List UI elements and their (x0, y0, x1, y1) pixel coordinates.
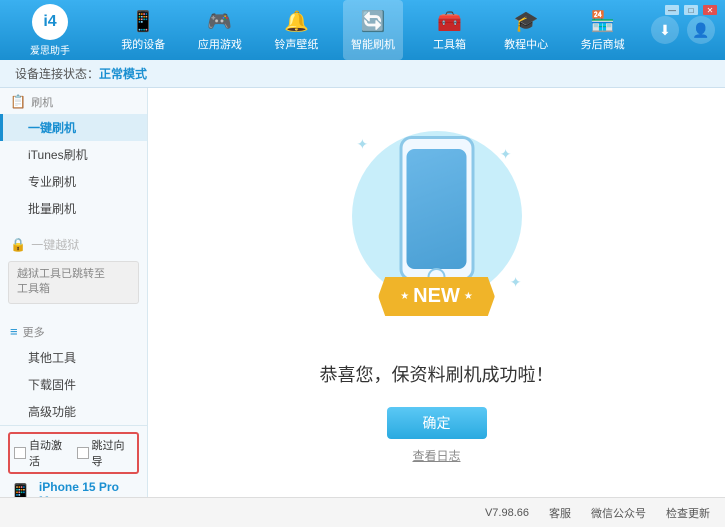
ringtones-icon: 🔔 (284, 9, 309, 34)
auto-activate-checkbox[interactable] (14, 447, 26, 459)
smart-flash-label: 智能刷机 (351, 36, 395, 52)
sparkle-icon-2: ✦ (500, 146, 512, 163)
new-star-left: ★ (400, 291, 409, 302)
lock-icon: 🔒 (10, 237, 26, 253)
sparkle-icon-1: ✦ (357, 136, 369, 153)
service-icon: 🏪 (590, 9, 615, 34)
smart-flash-icon: 🔄 (361, 9, 386, 34)
subheader-mode: 正常模式 (99, 65, 147, 82)
flash-section-header: 📋 刷机 (0, 88, 147, 114)
more-section-label: 更多 (23, 324, 45, 340)
more-icon: ≡ (10, 324, 18, 339)
phone-device (399, 136, 474, 281)
sidebar-item-one-key-flash[interactable]: 一键刷机 (0, 114, 147, 141)
main: 📋 刷机 一键刷机 iTunes刷机 专业刷机 批量刷机 🔒 一键越狱 越狱工具… (0, 88, 725, 497)
device-name: iPhone 15 Pro Max (39, 480, 139, 497)
confirm-button[interactable]: 确定 (387, 407, 487, 439)
apps-icon: 🎮 (207, 9, 232, 34)
toolbox-icon: 🧰 (437, 9, 462, 34)
device-phone-icon: 📱 (8, 482, 33, 497)
footer-version: V7.98.66 (485, 507, 529, 519)
maximize-button[interactable]: □ (684, 5, 698, 15)
new-star-right: ★ (464, 291, 473, 302)
footer-link-support[interactable]: 客服 (549, 505, 571, 521)
subheader: 设备连接状态： 正常模式 (0, 60, 725, 88)
sidebar-item-pro-flash[interactable]: 专业刷机 (0, 168, 147, 195)
auto-activate-item: 自动激活 (14, 437, 71, 469)
service-label: 务后商城 (581, 36, 625, 52)
nav-tab-tutorial[interactable]: 🎓 教程中心 (496, 0, 556, 60)
device-area: 自动激活 跳过向导 📱 iPhone 15 Pro Max 512GB iPho… (0, 425, 147, 497)
content-area: ✦ ✦ ✦ ★ NEW ★ 恭喜您，保资料刷机成功啦！ 确定 查看日志 (148, 88, 725, 497)
ringtones-label: 铃声壁纸 (274, 36, 318, 52)
sidebar-item-itunes-flash[interactable]: iTunes刷机 (0, 141, 147, 168)
jailbreak-section-header: 🔒 一键越狱 (0, 230, 147, 257)
device-checkboxes-container: 自动激活 跳过向导 (8, 432, 139, 474)
minimize-button[interactable]: — (665, 5, 679, 15)
view-log-link[interactable]: 查看日志 (412, 447, 460, 464)
my-device-label: 我的设备 (121, 36, 165, 52)
disabled-message-box: 越狱工具已跳转至工具箱 (8, 261, 139, 304)
close-button[interactable]: ✕ (703, 5, 717, 15)
more-section-header: ≡ 更多 (0, 316, 147, 344)
footer-link-update[interactable]: 检查更新 (666, 505, 710, 521)
user-button[interactable]: 👤 (687, 16, 715, 44)
sidebar-item-other-tools[interactable]: 其他工具 (0, 344, 147, 371)
success-message: 恭喜您，保资料刷机成功啦！ (320, 361, 554, 387)
flash-section-label: 刷机 (31, 94, 53, 110)
nav-tab-smart-flash[interactable]: 🔄 智能刷机 (343, 0, 403, 60)
my-device-icon: 📱 (131, 9, 156, 34)
logo-icon: i4 (32, 4, 68, 40)
footer-link-wechat[interactable]: 微信公众号 (591, 505, 646, 521)
logo-area: i4 爱思助手 (10, 4, 90, 57)
flash-section-icon: 📋 (10, 94, 26, 110)
sparkle-icon-3: ✦ (510, 274, 522, 291)
nav-tab-ringtones[interactable]: 🔔 铃声壁纸 (266, 0, 326, 60)
download-button[interactable]: ⬇ (651, 16, 679, 44)
nav-tab-service[interactable]: 🏪 务后商城 (573, 0, 633, 60)
window-controls: — □ ✕ (665, 5, 717, 15)
subheader-prefix: 设备连接状态： (15, 65, 99, 82)
nav-tab-toolbox[interactable]: 🧰 工具箱 (420, 0, 480, 60)
device-details: iPhone 15 Pro Max 512GB iPhone (39, 480, 139, 497)
logo-text: 爱思助手 (30, 42, 70, 57)
sidebar-item-download-firmware[interactable]: 下载固件 (0, 371, 147, 398)
header-right: ⬇ 👤 (651, 16, 715, 44)
sidebar-item-advanced[interactable]: 高级功能 (0, 398, 147, 425)
new-label: NEW (413, 285, 460, 308)
footer: V7.98.66 客服 微信公众号 检查更新 (0, 497, 725, 527)
header: i4 爱思助手 📱 我的设备 🎮 应用游戏 🔔 铃声壁纸 🔄 智能刷机 🧰 工具… (0, 0, 725, 60)
phone-screen (407, 149, 467, 269)
toolbox-label: 工具箱 (433, 36, 466, 52)
disabled-message: 越狱工具已跳转至工具箱 (17, 268, 105, 295)
disabled-label: 一键越狱 (31, 236, 79, 253)
auto-activate-label: 自动激活 (29, 437, 71, 469)
nav-tab-my-device[interactable]: 📱 我的设备 (113, 0, 173, 60)
apps-label: 应用游戏 (198, 36, 242, 52)
sidebar-item-batch-flash[interactable]: 批量刷机 (0, 195, 147, 222)
tutorial-label: 教程中心 (504, 36, 548, 52)
guide-label: 跳过向导 (92, 437, 134, 469)
guide-checkbox[interactable] (77, 447, 89, 459)
nav-tab-apps-games[interactable]: 🎮 应用游戏 (190, 0, 250, 60)
phone-illustration: ✦ ✦ ✦ ★ NEW ★ (337, 121, 537, 341)
nav-tabs: 📱 我的设备 🎮 应用游戏 🔔 铃声壁纸 🔄 智能刷机 🧰 工具箱 🎓 教程中心… (105, 0, 641, 60)
guide-item: 跳过向导 (77, 437, 134, 469)
tutorial-icon: 🎓 (514, 9, 539, 34)
sidebar: 📋 刷机 一键刷机 iTunes刷机 专业刷机 批量刷机 🔒 一键越狱 越狱工具… (0, 88, 148, 497)
device-info: 📱 iPhone 15 Pro Max 512GB iPhone (8, 480, 139, 497)
